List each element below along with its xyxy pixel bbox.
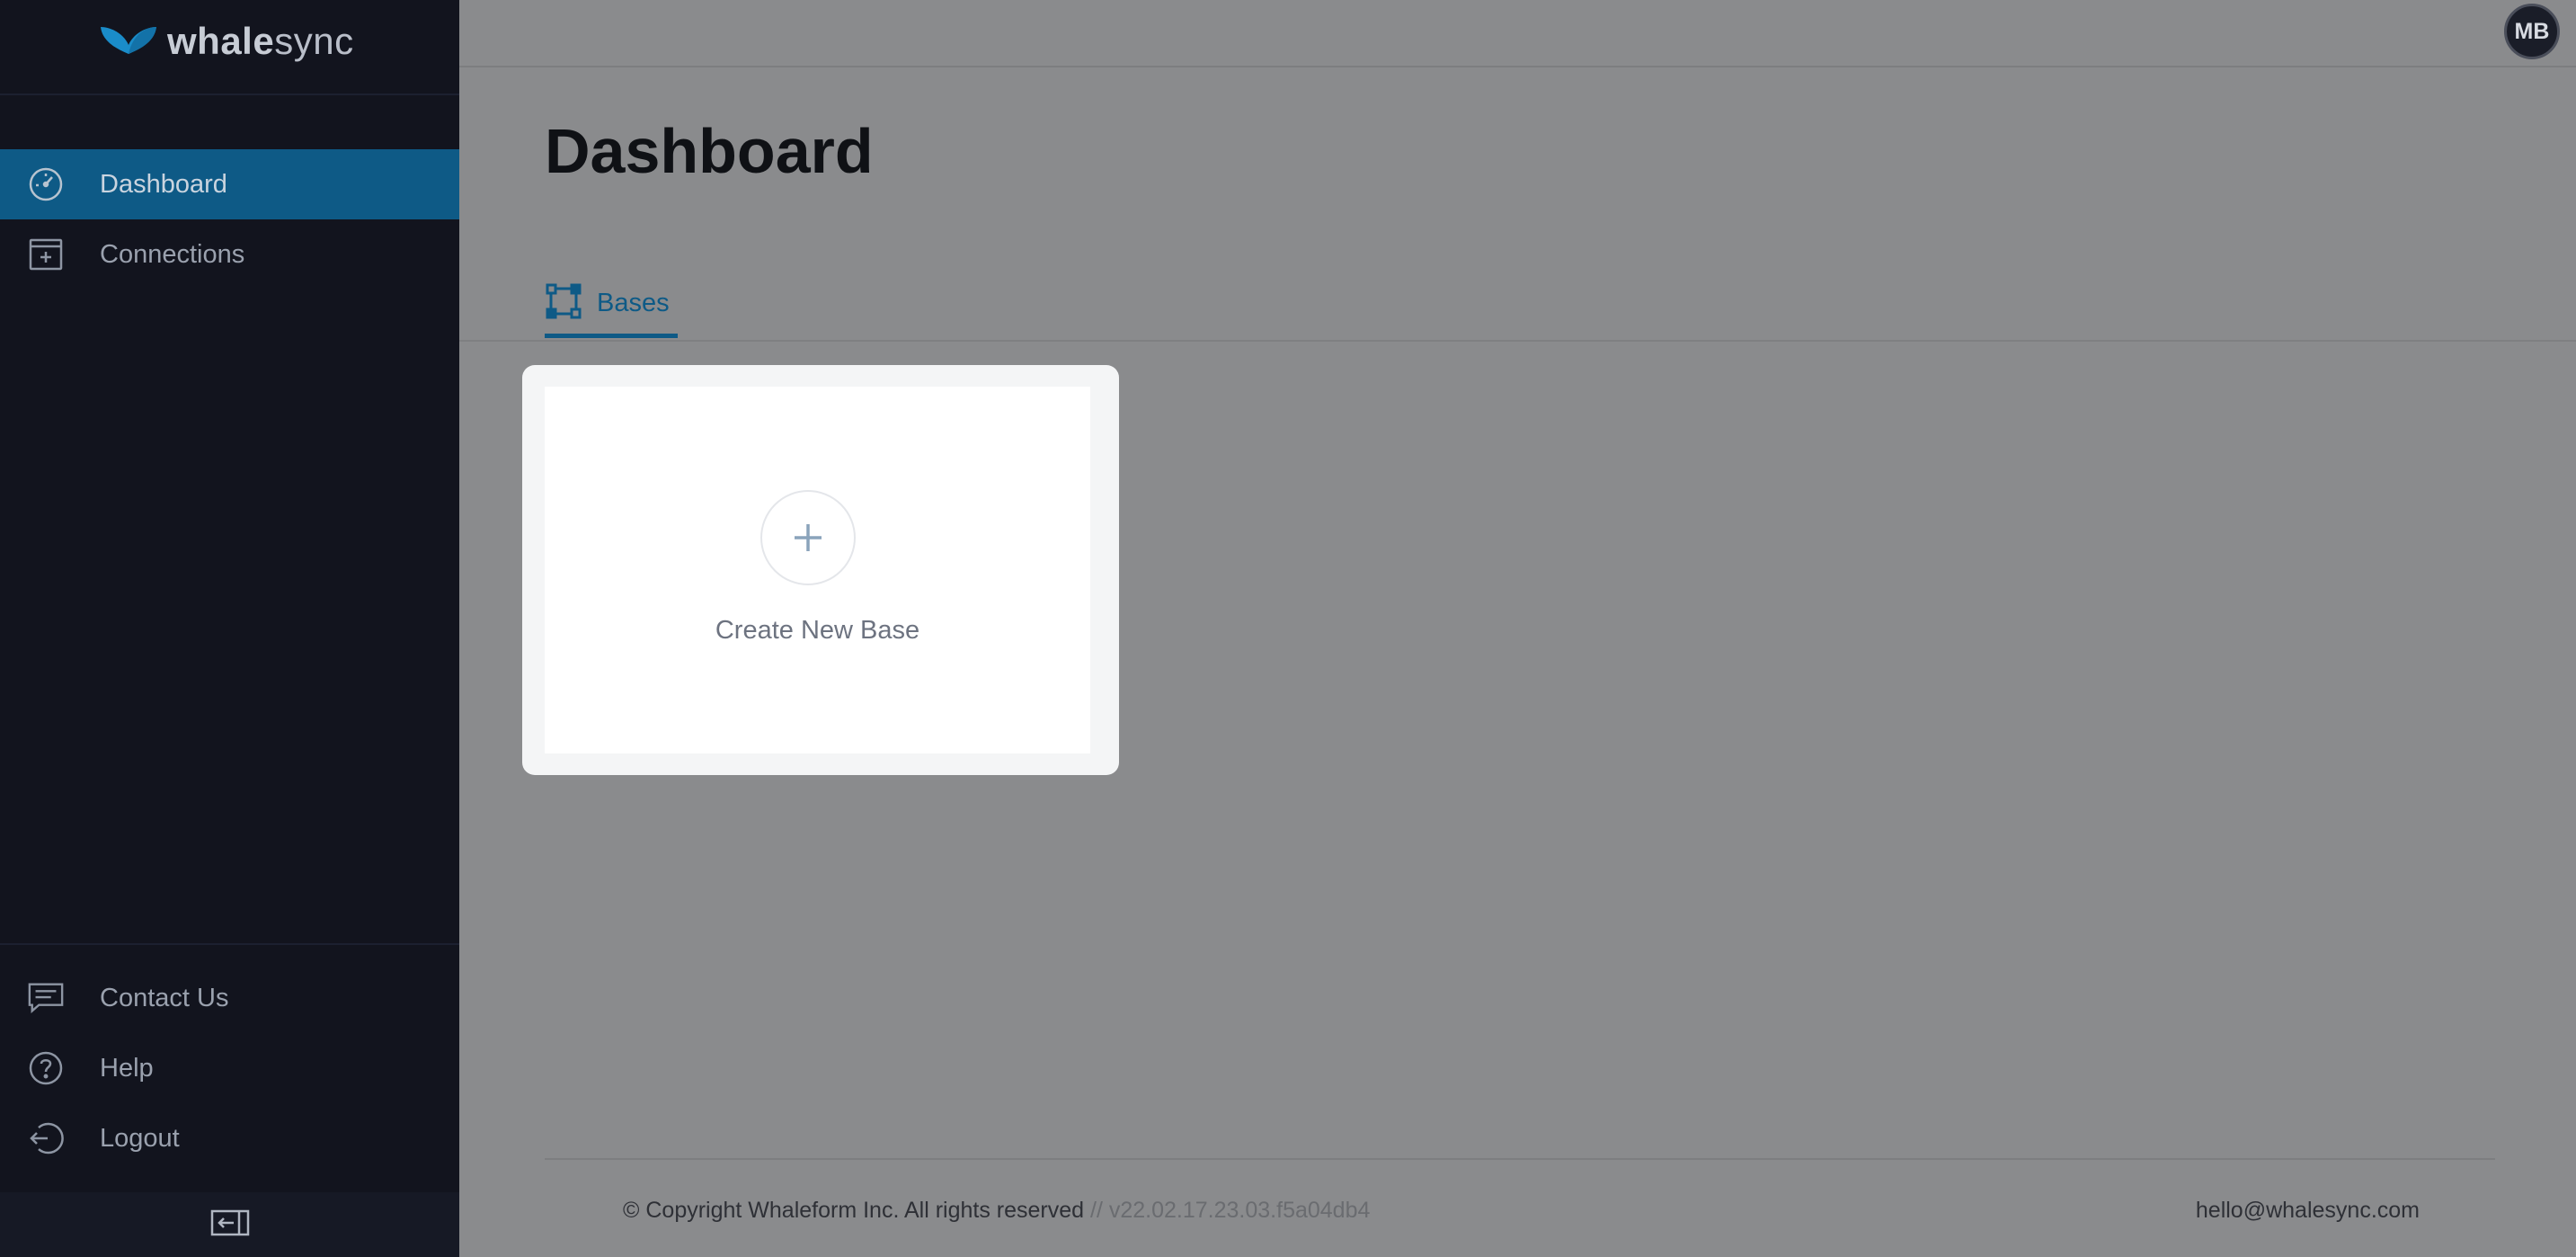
whale-tail-icon xyxy=(99,23,158,60)
connections-window-icon xyxy=(27,236,65,273)
logo-text: whalesync xyxy=(167,20,354,62)
sidebar-item-label: Logout xyxy=(100,1123,180,1153)
sidebar-item-contact-us[interactable]: Contact Us xyxy=(0,963,459,1033)
collapse-sidebar-icon xyxy=(210,1209,250,1241)
sidebar-divider xyxy=(0,943,459,945)
sidebar-item-connections[interactable]: Connections xyxy=(0,219,459,290)
footer-copyright: © Copyright Whaleform Inc. All rights re… xyxy=(623,1198,1370,1224)
dashboard-gauge-icon xyxy=(27,165,65,203)
tab-label: Bases xyxy=(597,289,670,317)
logout-icon xyxy=(27,1119,65,1157)
copyright-text: © Copyright Whaleform Inc. All rights re… xyxy=(623,1198,1085,1223)
sidebar-item-label: Connections xyxy=(100,239,245,269)
sidebar-item-dashboard[interactable]: Dashboard xyxy=(0,149,459,219)
sidebar-item-label: Dashboard xyxy=(100,169,227,199)
create-new-base-label: Create New Base xyxy=(715,616,920,645)
footer-email-link[interactable]: hello@whalesync.com xyxy=(2196,1198,2420,1224)
version-text: // v22.02.17.23.03.f5a04db4 xyxy=(1090,1198,1371,1223)
sidebar-item-label: Help xyxy=(100,1053,154,1083)
sidebar-item-label: Contact Us xyxy=(100,983,229,1012)
main-content: MB Dashboard Bases Create New Base © Cop… xyxy=(459,0,2576,1257)
plus-icon xyxy=(760,490,856,585)
tabs-divider xyxy=(459,340,2576,342)
tab-bases[interactable]: Bases xyxy=(545,273,678,338)
whalesync-logo[interactable]: whalesync xyxy=(99,16,354,67)
bases-nodes-icon xyxy=(545,282,582,325)
sidebar-item-help[interactable]: Help xyxy=(0,1033,459,1103)
question-circle-icon xyxy=(27,1049,65,1087)
top-bar: MB xyxy=(459,0,2576,67)
sidebar-divider xyxy=(0,94,459,95)
create-new-base-card[interactable]: Create New Base xyxy=(545,387,1090,753)
sidebar-item-logout[interactable]: Logout xyxy=(0,1103,459,1173)
chat-icon xyxy=(27,979,65,1017)
footer-divider xyxy=(545,1158,2495,1160)
page-title: Dashboard xyxy=(545,116,874,186)
collapse-sidebar-button[interactable] xyxy=(0,1192,459,1257)
avatar[interactable]: MB xyxy=(2504,4,2560,59)
sidebar: whalesync Dashboard Connections Contact … xyxy=(0,0,459,1257)
